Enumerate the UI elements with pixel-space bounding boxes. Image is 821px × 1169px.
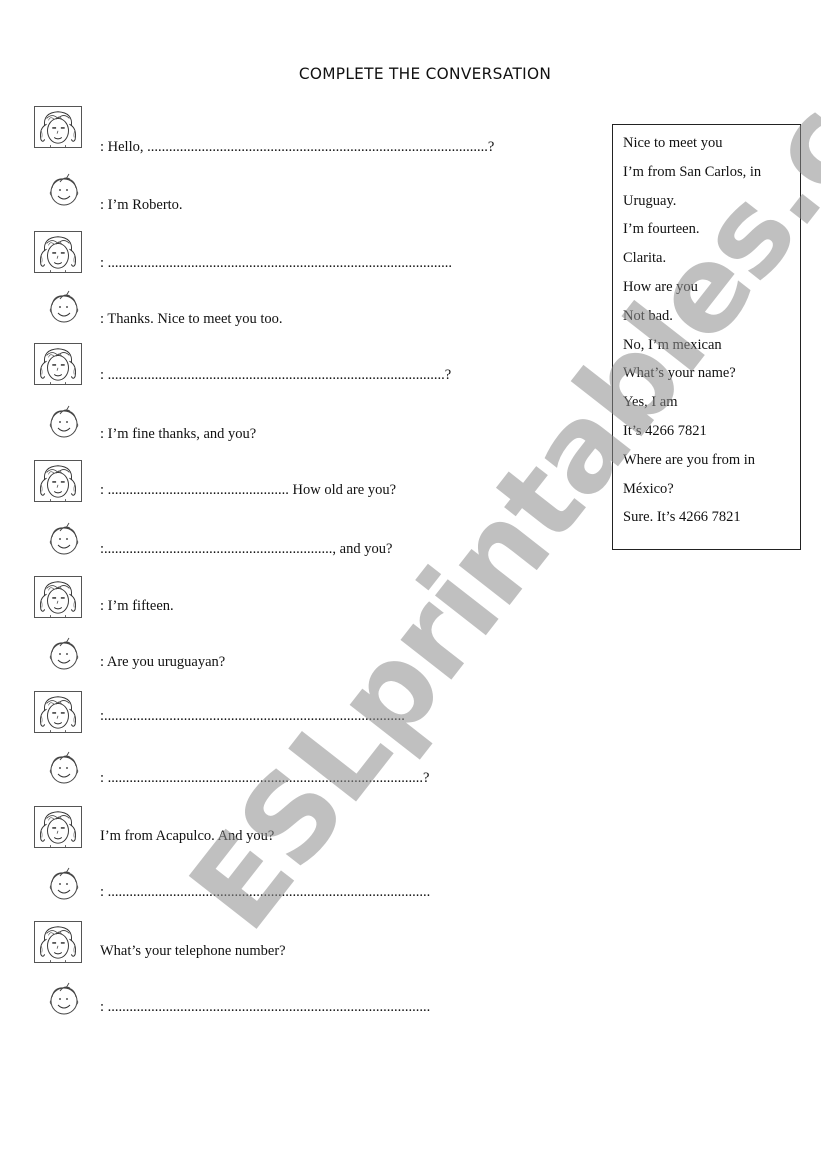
fill-in-blank-line[interactable]: : ......................................…	[100, 884, 430, 901]
word-box-item: Yes, I am	[623, 394, 678, 411]
fill-in-blank-line[interactable]: : ......................................…	[100, 770, 429, 787]
word-box-item: What’s your name?	[623, 365, 736, 382]
boy-face-icon	[44, 287, 84, 327]
word-box: Nice to meet you I’m from San Carlos, in U…	[612, 124, 801, 550]
boy-face-icon	[44, 170, 84, 210]
dialogue-text: : Are you uruguayan?	[100, 654, 226, 670]
word-box-item: Sure. It’s 4266 7821	[623, 509, 741, 526]
word-box-item: I’m from San Carlos, in	[623, 163, 762, 180]
dialogue-text: : Thanks. Nice to meet you too.	[100, 311, 283, 327]
dialogue-text: What’s your telephone number?	[100, 943, 286, 959]
fill-in-blank-line[interactable]: : ......................................…	[100, 255, 452, 272]
boy-face-icon	[44, 634, 84, 674]
fill-in-blank-line[interactable]: :.......................................…	[100, 708, 405, 725]
word-box-item: Not bad.	[623, 307, 673, 324]
page-title: COMPLETE THE CONVERSATION	[298, 64, 552, 83]
word-box-item: No, I’m mexican	[623, 336, 722, 353]
word-box-item: Clarita.	[623, 250, 667, 267]
word-box-item: Uruguay.	[623, 192, 677, 209]
word-box-item: I’m fourteen.	[623, 221, 700, 238]
dialogue-text: I’m from Acapulco. And you?	[100, 828, 275, 844]
boy-face-icon	[44, 748, 84, 788]
fill-in-blank-line[interactable]: : ......................................…	[100, 482, 396, 499]
fill-in-blank-line[interactable]: : ......................................…	[100, 999, 430, 1016]
boy-face-icon	[44, 519, 84, 559]
boy-face-icon	[44, 402, 84, 442]
dialogue-text: : I’m Roberto.	[100, 197, 183, 213]
fill-in-blank-line[interactable]: : ......................................…	[100, 367, 451, 384]
word-box-item: Where are you from in	[623, 451, 756, 468]
girl-face-icon	[34, 691, 82, 733]
girl-face-icon	[34, 231, 82, 273]
girl-face-icon	[34, 106, 82, 148]
word-box-item: Nice to meet you	[623, 135, 723, 151]
dialogue-text: : I’m fine thanks, and you?	[100, 426, 257, 442]
fill-in-blank-line[interactable]: :.......................................…	[100, 541, 392, 558]
boy-face-icon	[44, 864, 84, 904]
fill-in-blank-line[interactable]: : Hello, ...............................…	[100, 139, 494, 156]
girl-face-icon	[34, 921, 82, 963]
girl-face-icon	[34, 806, 82, 848]
girl-face-icon	[34, 460, 82, 502]
word-box-item: México?	[623, 480, 674, 497]
dialogue-text: : I’m fifteen.	[100, 598, 174, 614]
word-box-item: It’s 4266 7821	[623, 422, 707, 439]
word-box-item: How are you	[623, 278, 698, 295]
boy-face-icon	[44, 979, 84, 1019]
girl-face-icon	[34, 576, 82, 618]
girl-face-icon	[34, 343, 82, 385]
